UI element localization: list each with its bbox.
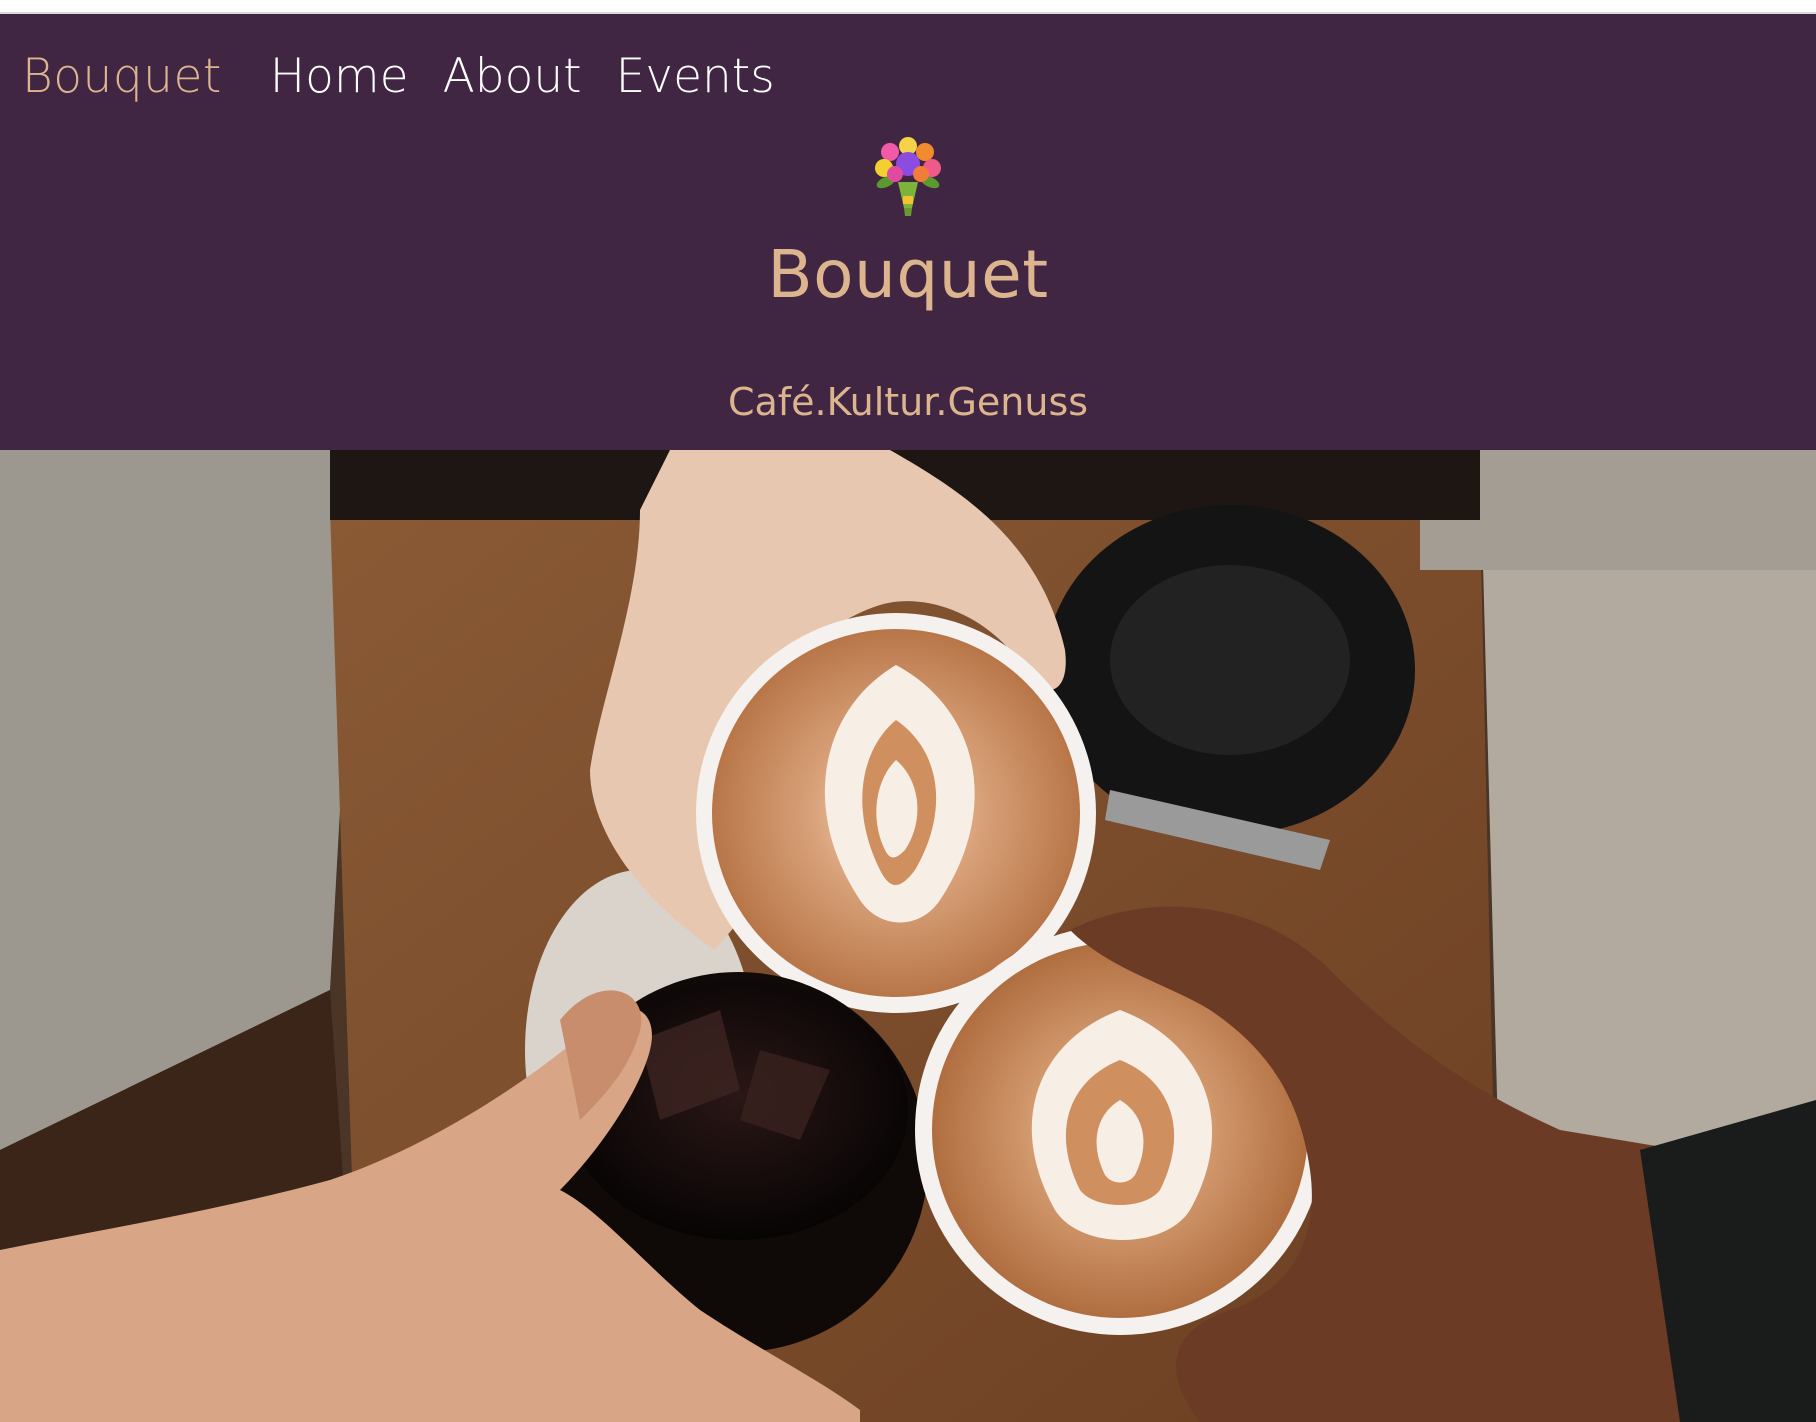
nav-link-events[interactable]: Events — [616, 49, 775, 104]
hero-photo — [0, 450, 1816, 1422]
hero-title: Bouquet — [767, 236, 1049, 313]
hero-subtitle: Café.Kultur.Genuss — [727, 380, 1089, 424]
nav-link-about[interactable]: About — [443, 49, 582, 104]
nav-brand-link[interactable]: Bouquet — [22, 49, 222, 104]
nav-link-home[interactable]: Home — [270, 49, 409, 104]
main-nav: Bouquet Home About Events — [22, 36, 809, 116]
bouquet-emoji-icon — [868, 134, 948, 218]
browser-top-edge — [0, 0, 1816, 14]
site-header: Bouquet Home About Events Bouquet Café.K… — [0, 14, 1816, 450]
